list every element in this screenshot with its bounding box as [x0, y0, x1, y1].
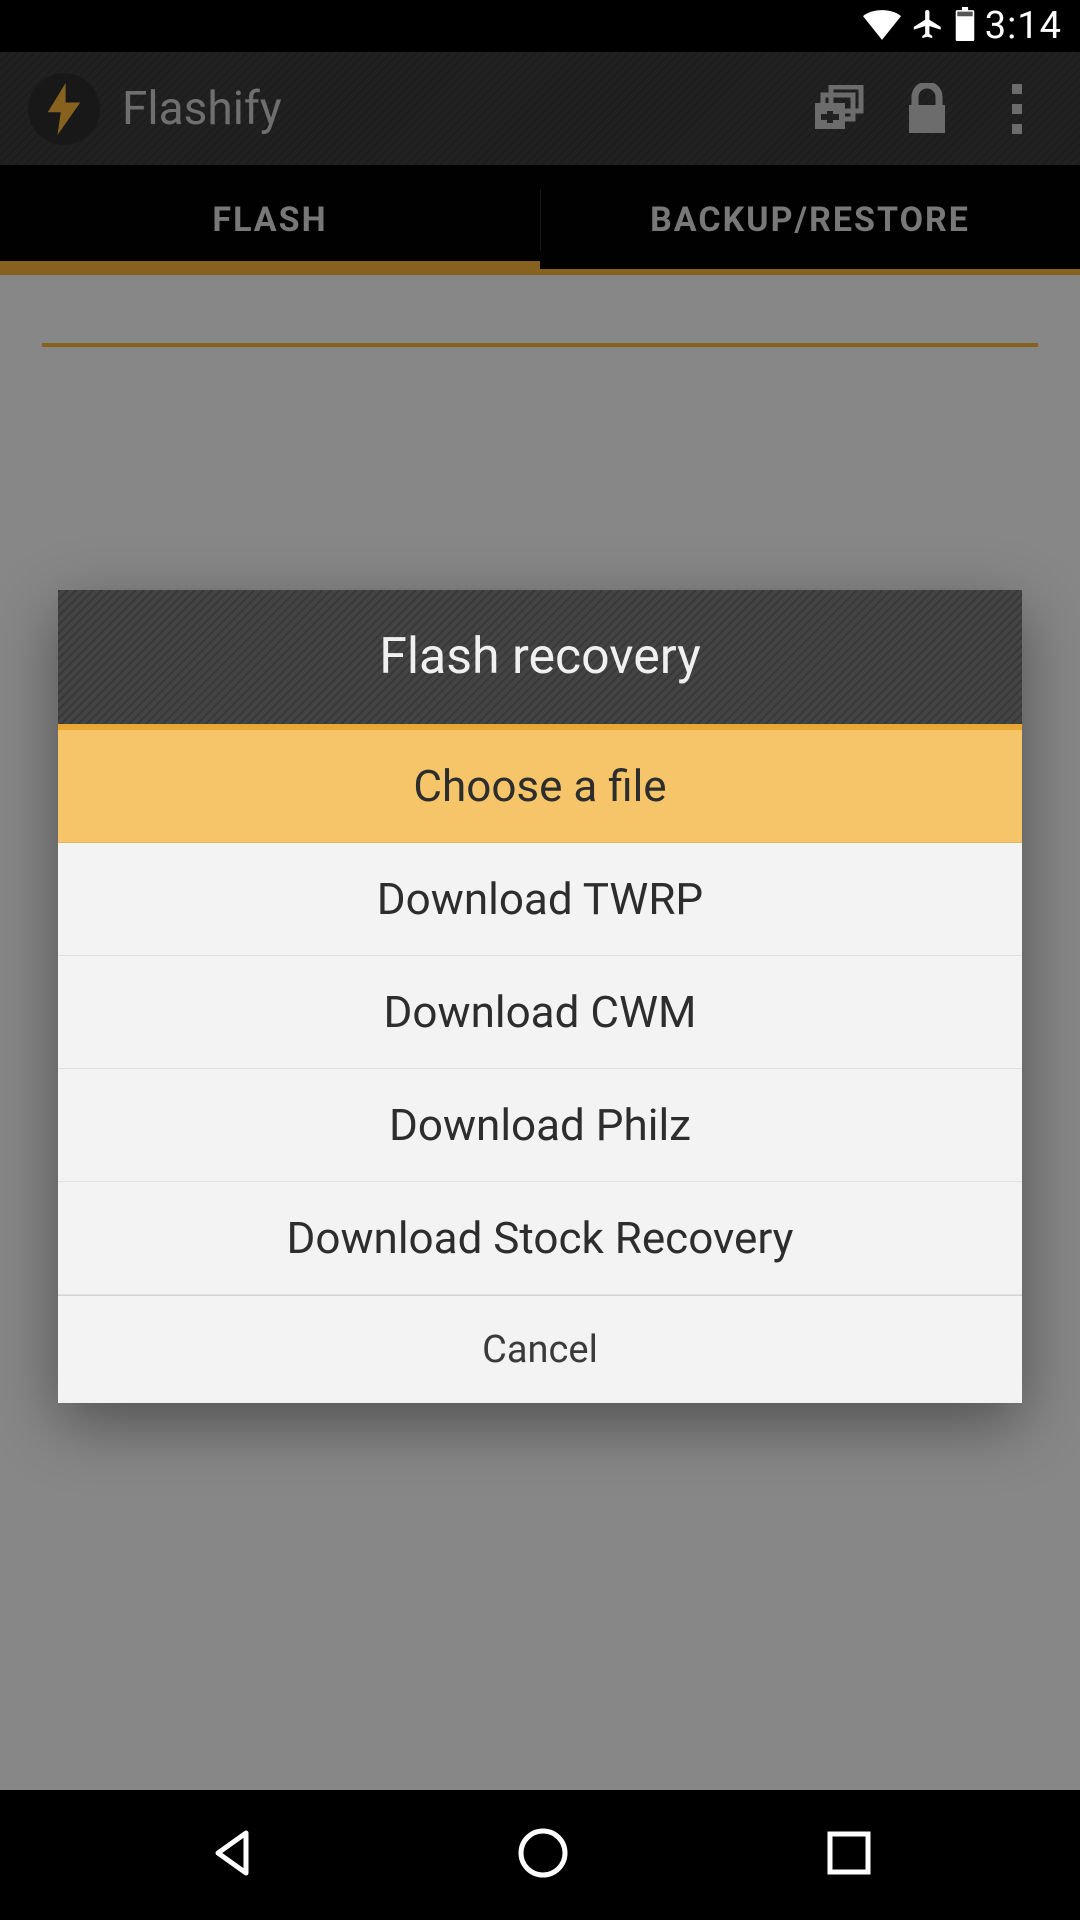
option-label: Download Stock Recovery — [287, 1212, 794, 1264]
wifi-icon — [863, 8, 901, 44]
dialog-cancel-button[interactable]: Cancel — [58, 1295, 1022, 1403]
dialog-title: Flash recovery — [58, 590, 1022, 730]
option-label: Download CWM — [384, 986, 697, 1038]
option-download-philz[interactable]: Download Philz — [58, 1069, 1022, 1182]
status-time: 3:14 — [985, 4, 1062, 48]
airplane-mode-icon — [911, 7, 945, 45]
navigation-bar — [0, 1790, 1080, 1920]
option-label: Download Philz — [389, 1099, 691, 1151]
status-bar: 3:14 — [0, 0, 1080, 52]
option-label: Choose a file — [413, 760, 666, 812]
nav-recent-button[interactable] — [824, 1828, 874, 1882]
option-choose-file[interactable]: Choose a file — [58, 730, 1022, 843]
cancel-label: Cancel — [482, 1328, 598, 1372]
nav-back-button[interactable] — [206, 1825, 262, 1885]
option-label: Download TWRP — [377, 873, 703, 925]
battery-icon — [955, 7, 975, 45]
option-download-stock-recovery[interactable]: Download Stock Recovery — [58, 1182, 1022, 1295]
option-download-cwm[interactable]: Download CWM — [58, 956, 1022, 1069]
flash-recovery-dialog: Flash recovery Choose a file Download TW… — [58, 590, 1022, 1403]
option-download-twrp[interactable]: Download TWRP — [58, 843, 1022, 956]
nav-home-button[interactable] — [515, 1825, 571, 1885]
